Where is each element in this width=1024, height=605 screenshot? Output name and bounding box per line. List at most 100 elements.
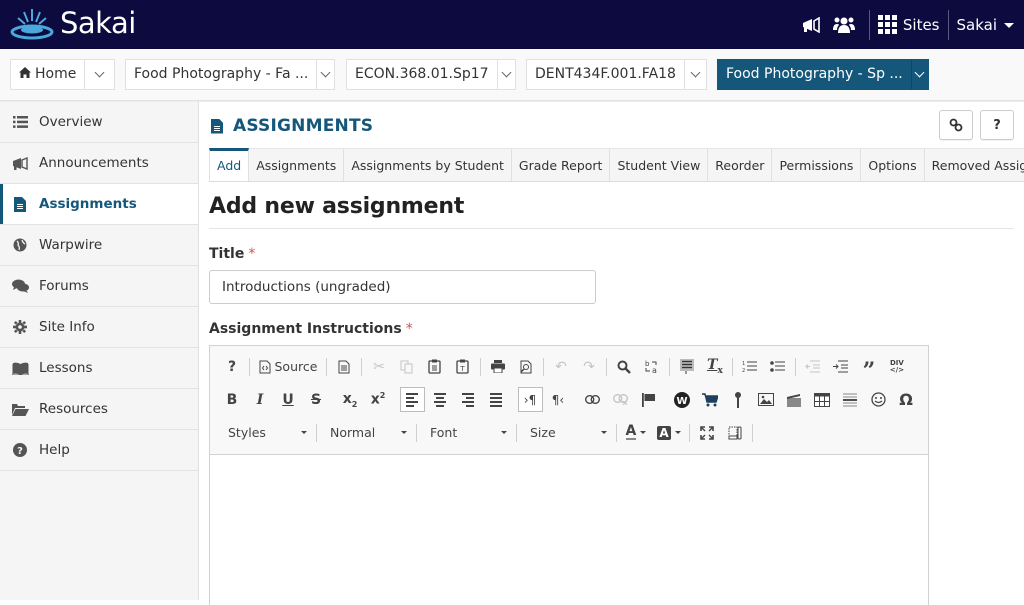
site-tab-label[interactable]: ECON.368.01.Sp17 (347, 60, 497, 89)
direct-link-button[interactable] (939, 110, 973, 140)
print-button[interactable] (485, 354, 510, 379)
site-tab-food-photography-fa[interactable]: Food Photography - Fa ... (125, 59, 335, 90)
rtl-button[interactable]: ¶‹ (546, 387, 571, 412)
copy-button[interactable] (394, 354, 419, 379)
blockquote-button[interactable]: ” (856, 354, 881, 382)
horizontal-rule-button[interactable] (838, 387, 863, 412)
styles-dropdown[interactable]: Styles (218, 420, 313, 445)
justify-button[interactable] (484, 387, 509, 412)
anchor-button[interactable] (636, 387, 661, 412)
sakai-logo[interactable]: Sakai (10, 6, 136, 40)
cut-button[interactable]: ✂ (366, 354, 391, 379)
editor-help-button[interactable]: ? (220, 354, 245, 379)
show-blocks-button[interactable] (723, 420, 748, 445)
site-tab-home-link[interactable]: Home (11, 60, 84, 89)
table-button[interactable] (810, 387, 835, 412)
tab-assignments-by-student[interactable]: Assignments by Student (344, 148, 512, 181)
outdent-icon (805, 360, 821, 373)
video-button[interactable] (782, 387, 807, 412)
sidebar-item-lessons[interactable]: Lessons (0, 348, 198, 389)
site-tab-label[interactable]: Food Photography - Fa ... (126, 60, 316, 89)
strikethrough-button[interactable]: S (304, 387, 329, 412)
users-icon[interactable] (832, 16, 855, 34)
align-right-button[interactable] (456, 387, 481, 412)
site-tab-econ[interactable]: ECON.368.01.Sp17 (346, 59, 516, 90)
required-mark: * (248, 246, 256, 262)
tab-add[interactable]: Add (209, 148, 250, 181)
tab-student-view[interactable]: Student View (610, 148, 709, 181)
paste-button[interactable] (422, 354, 447, 379)
sidebar-item-resources[interactable]: Resources (0, 389, 198, 430)
preview-button[interactable] (513, 354, 538, 379)
site-tab-home[interactable]: Home (10, 59, 116, 90)
sidebar-item-overview[interactable]: Overview (0, 102, 198, 143)
site-tab-label[interactable]: Food Photography - Sp ... (718, 60, 911, 89)
tab-permissions[interactable]: Permissions (772, 148, 862, 181)
underline-button[interactable]: U (276, 387, 301, 412)
replace-button[interactable]: ba (639, 354, 664, 379)
numbered-list-button[interactable]: 12 (737, 354, 762, 379)
user-menu-button[interactable]: Sakai (957, 16, 1014, 34)
superscript-button[interactable]: x2 (366, 387, 391, 412)
image-icon (758, 393, 774, 406)
decrease-indent-button[interactable] (800, 354, 825, 379)
sidebar-item-assignments[interactable]: Assignments (0, 184, 198, 225)
title-input[interactable] (209, 270, 596, 304)
select-all-button[interactable] (674, 354, 699, 379)
ltr-button[interactable]: ›¶ (517, 387, 543, 412)
undo-button[interactable]: ↶ (548, 354, 573, 379)
paste-text-button[interactable]: T (450, 354, 475, 379)
create-div-button[interactable]: DIV </> (884, 354, 909, 379)
sidebar-item-site-info[interactable]: Site Info (0, 307, 198, 348)
remove-format-button[interactable]: Tx (702, 354, 727, 379)
text-color-button[interactable]: A (622, 420, 651, 445)
site-tab-food-photography-sp[interactable]: Food Photography - Sp ... (717, 59, 929, 90)
source-button[interactable]: Source (255, 354, 322, 379)
align-center-button[interactable] (428, 387, 453, 412)
site-tab-label[interactable]: DENT434F.001.FA18 (527, 60, 684, 89)
redo-button[interactable]: ↷ (576, 354, 601, 379)
italic-button[interactable]: I (248, 387, 273, 412)
tab-removed-assignments[interactable]: Removed Assignments (924, 148, 1024, 181)
site-tab-dropdown[interactable] (683, 60, 706, 89)
align-left-button[interactable] (399, 387, 425, 412)
site-tab-dropdown[interactable] (910, 60, 928, 89)
sidebar-item-announcements[interactable]: Announcements (0, 143, 198, 184)
tab-options[interactable]: Options (861, 148, 925, 181)
bulleted-list-button[interactable] (765, 354, 790, 379)
sidebar-item-label: Lessons (39, 360, 93, 376)
image-button[interactable] (754, 387, 779, 412)
link-button[interactable] (580, 387, 605, 412)
megaphone-icon[interactable] (801, 16, 821, 33)
tool-title-text: ASSIGNMENTS (233, 116, 374, 136)
special-character-button[interactable]: Ω (894, 387, 919, 412)
format-dropdown[interactable]: Normal (320, 420, 413, 445)
size-dropdown[interactable]: Size (520, 420, 613, 445)
maximize-button[interactable] (695, 420, 720, 445)
background-color-button[interactable]: A (653, 420, 684, 445)
sidebar-item-forums[interactable]: Forums (0, 266, 198, 307)
tab-reorder[interactable]: Reorder (708, 148, 773, 181)
tab-grade-report[interactable]: Grade Report (511, 148, 611, 181)
smiley-button[interactable] (866, 387, 891, 412)
site-tab-dent[interactable]: DENT434F.001.FA18 (526, 59, 707, 90)
warpwire-button[interactable]: W (670, 387, 695, 412)
site-tab-dropdown[interactable] (84, 60, 114, 89)
shopping-cart-button[interactable] (698, 387, 723, 412)
sites-button[interactable]: Sites (877, 15, 940, 34)
bold-button[interactable]: B (220, 387, 245, 412)
site-tab-dropdown[interactable] (316, 60, 334, 89)
audio-record-button[interactable] (726, 387, 751, 412)
font-dropdown[interactable]: Font (420, 420, 513, 445)
help-button[interactable]: ? (980, 110, 1014, 140)
templates-button[interactable] (331, 354, 356, 379)
unlink-button[interactable] (608, 387, 633, 412)
editor-content-area[interactable] (210, 455, 928, 605)
sidebar-item-warpwire[interactable]: Warpwire (0, 225, 198, 266)
find-button[interactable] (611, 354, 636, 379)
sidebar-item-help[interactable]: ? Help (0, 430, 198, 471)
site-tab-dropdown[interactable] (496, 60, 515, 89)
tab-assignments[interactable]: Assignments (249, 148, 345, 181)
subscript-button[interactable]: x2 (338, 387, 363, 412)
increase-indent-button[interactable] (828, 354, 853, 379)
